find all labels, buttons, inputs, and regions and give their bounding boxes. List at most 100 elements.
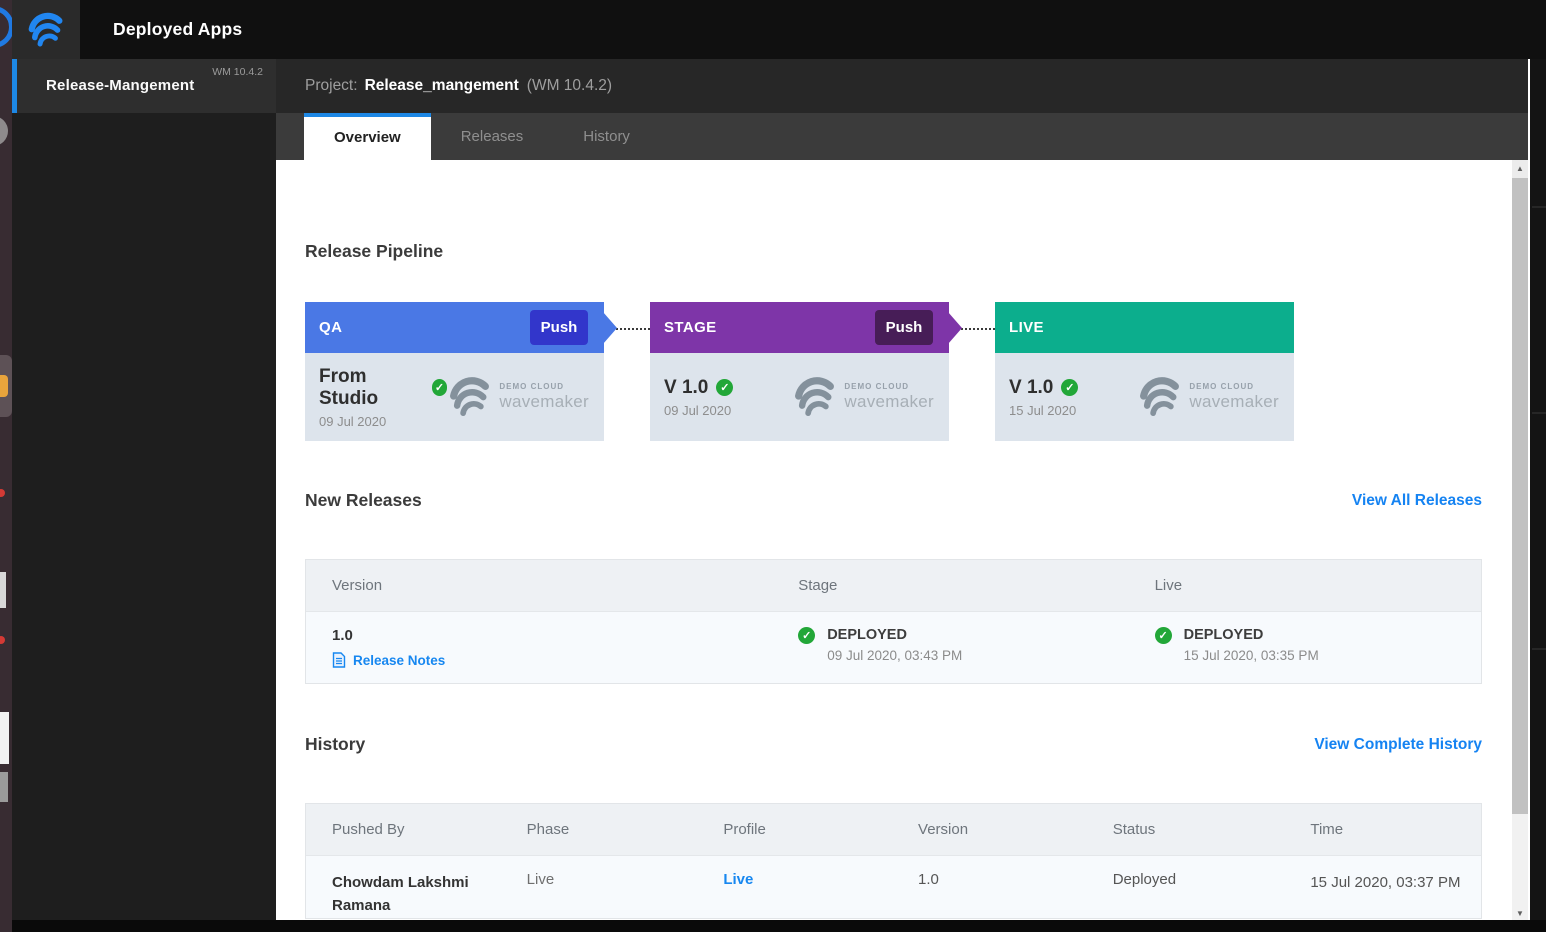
vertical-scrollbar[interactable]: ▲ ▼: [1512, 160, 1528, 920]
dock-icon-fragment: [0, 772, 8, 802]
projects-sidebar: WM 10.4.2 Release-Mangement: [12, 59, 276, 920]
os-dock-edge: [0, 0, 12, 932]
logo-text-bottom: wavemaker: [844, 392, 934, 412]
history-time: 15 Jul 2020, 03:37 PM: [1284, 856, 1481, 919]
live-status: DEPLOYED: [1184, 627, 1319, 643]
column-header-version: Version: [306, 560, 772, 611]
history-phase: Live: [501, 856, 698, 919]
wavemaker-demo-cloud-logo: DEMO CLOUD wavemaker: [1137, 374, 1279, 420]
logo-text-bottom: wavemaker: [499, 392, 589, 412]
qa-push-button[interactable]: Push: [530, 310, 588, 345]
history-status: Deployed: [1087, 856, 1285, 919]
view-complete-history-link[interactable]: View Complete History: [1314, 736, 1482, 754]
tab-releases[interactable]: Releases: [431, 113, 554, 160]
deployed-check-icon: ✓: [1061, 379, 1078, 396]
wavemaker-demo-cloud-logo: DEMO CLOUD wavemaker: [447, 374, 589, 420]
pipeline-card-stage: STAGE Push V 1.0 ✓ 09 Jul 2020: [650, 302, 949, 441]
new-releases-title: New Releases: [305, 490, 422, 511]
new-releases-header-row: New Releases View All Releases: [305, 490, 1482, 511]
dock-icon-fragment: [0, 375, 8, 397]
history-title: History: [305, 734, 365, 755]
stage-push-button[interactable]: Push: [875, 310, 933, 345]
logo-text-top: DEMO CLOUD: [844, 382, 934, 391]
background-window-edge: [1528, 59, 1546, 920]
wavemaker-logo-icon: [1137, 374, 1183, 420]
qa-version-label: From Studio: [319, 366, 424, 410]
stage-name: QA: [319, 319, 342, 336]
live-deploy-date: 15 Jul 2020: [1009, 403, 1078, 418]
stage-name: STAGE: [664, 319, 717, 336]
pipeline-card-qa: QA Push From Studio ✓ 09 Jul 2020: [305, 302, 604, 441]
deployed-check-icon: ✓: [432, 379, 448, 396]
tab-history[interactable]: History: [553, 113, 660, 160]
column-header-profile: Profile: [697, 804, 892, 855]
column-header-stage: Stage: [772, 560, 1128, 611]
page-title: Deployed Apps: [113, 19, 242, 40]
stage-name: LIVE: [1009, 319, 1044, 336]
project-name: Release_mangement: [365, 77, 519, 95]
wavemaker-logo-icon: [447, 374, 493, 420]
wavemaker-demo-cloud-logo: DEMO CLOUD wavemaker: [792, 374, 934, 420]
history-table-header: Pushed By Phase Profile Version Status T…: [306, 804, 1481, 855]
history-version: 1.0: [892, 856, 1087, 919]
project-wm-version-tag: WM 10.4.2: [212, 66, 263, 78]
dock-icon-fragment: [0, 572, 6, 608]
stage-deploy-time: 09 Jul 2020, 03:43 PM: [827, 648, 962, 663]
project-label: Project:: [305, 77, 358, 95]
new-release-row: 1.0 Release Notes ✓ DEPLOYED 09 Jul 2020…: [306, 611, 1481, 683]
logo-text-top: DEMO CLOUD: [1189, 382, 1279, 391]
tab-bar: Overview Releases History: [276, 113, 1528, 160]
release-notes-label: Release Notes: [353, 653, 445, 668]
column-header-status: Status: [1087, 804, 1285, 855]
dock-notification-dot: [0, 489, 5, 497]
logo-text-top: DEMO CLOUD: [499, 382, 589, 391]
stage-deploy-date: 09 Jul 2020: [664, 403, 733, 418]
dock-notification-dot: [0, 636, 5, 644]
dock-icon-fragment: [0, 712, 9, 764]
logo-text-bottom: wavemaker: [1189, 392, 1279, 412]
wavemaker-logo-icon: [26, 10, 66, 50]
scrollbar-thumb[interactable]: [1512, 178, 1528, 814]
history-row: Chowdam Lakshmi Ramana Live Live 1.0 Dep…: [306, 855, 1481, 919]
view-all-releases-link[interactable]: View All Releases: [1352, 492, 1482, 510]
release-notes-link[interactable]: Release Notes: [332, 652, 762, 668]
live-stage-body: V 1.0 ✓ 15 Jul 2020 DEMO CLOUD wavemaker: [995, 353, 1294, 441]
scroll-down-icon[interactable]: ▼: [1512, 909, 1528, 918]
wavemaker-logo-icon: [792, 374, 838, 420]
wavemaker-home-button[interactable]: [12, 0, 80, 59]
column-header-phase: Phase: [501, 804, 698, 855]
sidebar-item-label: Release-Mangement: [46, 77, 194, 94]
deployed-check-icon: ✓: [716, 379, 733, 396]
tab-overview[interactable]: Overview: [304, 113, 431, 160]
stage-arrow-icon: [948, 312, 962, 344]
live-version-label: V 1.0: [1009, 377, 1053, 399]
qa-deploy-info: From Studio ✓ 09 Jul 2020: [319, 366, 447, 429]
stage-status: DEPLOYED: [827, 627, 962, 643]
history-pushed-by: Chowdam Lakshmi Ramana: [306, 856, 501, 919]
scroll-up-icon[interactable]: ▲: [1512, 160, 1528, 178]
column-header-live: Live: [1129, 560, 1481, 611]
dock-icon-fragment: [0, 116, 8, 146]
stage-deploy-info: V 1.0 ✓ 09 Jul 2020: [664, 377, 733, 418]
divider: [1532, 648, 1546, 650]
dock-active-icon-fragment: [0, 355, 12, 417]
history-profile-link[interactable]: Live: [723, 871, 753, 888]
pipeline-cards: QA Push From Studio ✓ 09 Jul 2020: [305, 302, 1294, 441]
app-topbar: Deployed Apps: [12, 0, 1546, 59]
qa-stage-header: QA Push: [305, 302, 604, 353]
sidebar-item-release-mangement[interactable]: WM 10.4.2 Release-Mangement: [12, 59, 276, 113]
deployed-check-icon: ✓: [798, 627, 815, 644]
release-version: 1.0: [332, 627, 762, 644]
column-header-version: Version: [892, 804, 1087, 855]
divider: [1532, 412, 1546, 414]
qa-deploy-date: 09 Jul 2020: [319, 414, 447, 429]
stage-stage-header: STAGE Push: [650, 302, 949, 353]
live-stage-header: LIVE: [995, 302, 1294, 353]
stage-arrow-icon: [603, 312, 617, 344]
live-deploy-time: 15 Jul 2020, 03:35 PM: [1184, 648, 1319, 663]
new-releases-table: Version Stage Live 1.0 Release Notes: [305, 559, 1482, 684]
document-icon: [332, 652, 346, 668]
screen: Deployed Apps WM 10.4.2 Release-Mangemen…: [0, 0, 1546, 932]
release-pipeline-title: Release Pipeline: [305, 241, 443, 262]
new-releases-table-header: Version Stage Live: [306, 560, 1481, 611]
